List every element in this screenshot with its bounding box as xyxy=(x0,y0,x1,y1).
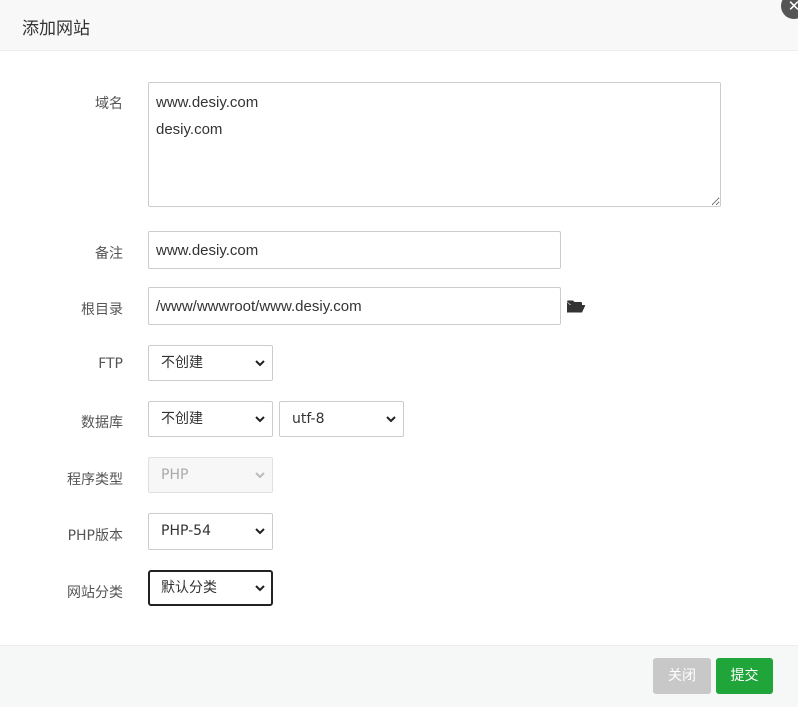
php-version-label: PHP版本 xyxy=(67,528,123,544)
ftp-label: FTP xyxy=(98,356,123,372)
close-button[interactable]: 关闭 xyxy=(653,658,711,694)
chevron-down-icon xyxy=(255,360,265,367)
folder-open-icon[interactable] xyxy=(566,299,586,314)
php-version-select-value: PHP-54 xyxy=(161,523,211,539)
database-label: 数据库 xyxy=(81,415,123,431)
database-select-value: 不创建 xyxy=(161,411,203,427)
database-select[interactable]: 不创建 xyxy=(148,401,273,437)
charset-select[interactable]: utf-8 xyxy=(279,401,404,437)
chevron-down-icon xyxy=(386,416,396,423)
domain-textarea[interactable]: www.desiy.com desiy.com xyxy=(148,82,721,207)
root-dir-input[interactable] xyxy=(148,287,561,325)
chevron-down-icon xyxy=(255,585,265,592)
charset-select-value: utf-8 xyxy=(292,411,325,427)
domain-label: 域名 xyxy=(95,96,123,112)
site-category-label: 网站分类 xyxy=(67,585,123,601)
chevron-down-icon xyxy=(255,528,265,535)
root-dir-label: 根目录 xyxy=(81,302,123,318)
chevron-down-icon xyxy=(255,472,265,479)
ftp-select[interactable]: 不创建 xyxy=(148,345,273,381)
program-type-select-value: PHP xyxy=(161,467,189,483)
remark-input[interactable] xyxy=(148,231,561,269)
site-category-select-value: 默认分类 xyxy=(161,580,217,596)
dialog-title: 添加网站 xyxy=(22,19,90,39)
chevron-down-icon xyxy=(255,416,265,423)
submit-button[interactable]: 提交 xyxy=(716,658,773,694)
dialog-footer: 关闭 提交 xyxy=(0,645,798,707)
program-type-select: PHP xyxy=(148,457,273,493)
ftp-select-value: 不创建 xyxy=(161,355,203,371)
remark-label: 备注 xyxy=(95,246,123,262)
site-category-select[interactable]: 默认分类 xyxy=(148,570,273,606)
program-type-label: 程序类型 xyxy=(67,472,123,488)
php-version-select[interactable]: PHP-54 xyxy=(148,513,273,550)
add-website-dialog: 添加网站 ✕ 域名 www.desiy.com desiy.com 备注 根目录… xyxy=(0,0,798,707)
dialog-header: 添加网站 xyxy=(0,0,798,51)
